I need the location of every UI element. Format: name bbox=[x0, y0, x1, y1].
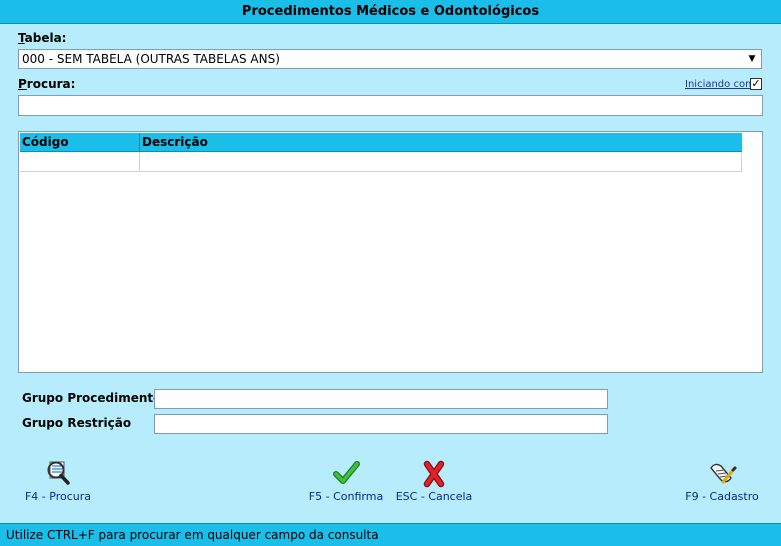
confirma-button-label: F5 - Confirma bbox=[308, 490, 384, 503]
grupo-restricao-field[interactable] bbox=[154, 414, 608, 434]
tabela-select[interactable]: 000 - SEM TABELA (OUTRAS TABELAS ANS) ▼ bbox=[18, 49, 762, 69]
procura-label: Procura: bbox=[18, 77, 75, 91]
magnifier-icon bbox=[47, 461, 70, 485]
tabela-select-value: 000 - SEM TABELA (OUTRAS TABELAS ANS) bbox=[22, 52, 280, 66]
grupo-procedimento-label: Grupo Procedimento bbox=[22, 391, 162, 405]
grupo-procedimento-field[interactable] bbox=[154, 389, 608, 409]
cell-codigo[interactable] bbox=[20, 152, 140, 171]
tabela-label: Tabela: bbox=[18, 31, 66, 45]
edit-document-icon bbox=[710, 463, 737, 484]
procura-button[interactable]: F4 - Procura bbox=[20, 458, 96, 503]
results-grid[interactable]: Código Descrição bbox=[18, 131, 763, 373]
tabela-label-accesskey: T bbox=[18, 31, 25, 45]
cell-descricao[interactable] bbox=[140, 152, 742, 171]
chevron-down-icon[interactable]: ▼ bbox=[743, 50, 761, 68]
procura-label-text: rocura: bbox=[26, 77, 76, 91]
cadastro-button-label: F9 - Cadastro bbox=[685, 490, 759, 503]
checkmark-icon bbox=[333, 461, 360, 484]
confirma-button[interactable]: F5 - Confirma bbox=[305, 458, 387, 503]
column-header-descricao[interactable]: Descrição bbox=[140, 133, 742, 152]
grupo-restricao-label: Grupo Restrição bbox=[22, 416, 132, 430]
procura-label-accesskey: P bbox=[18, 77, 27, 91]
close-icon bbox=[423, 460, 445, 488]
cancela-button-label: ESC - Cancela bbox=[395, 490, 473, 503]
grid-header: Código Descrição bbox=[20, 133, 742, 152]
status-bar: Utilize CTRL+F para procurar em qualquer… bbox=[0, 523, 781, 546]
iniciando-com-label[interactable]: Iniciando com bbox=[685, 79, 755, 90]
procura-button-label: F4 - Procura bbox=[24, 490, 92, 503]
window-title: Procedimentos Médicos e Odontológicos bbox=[0, 0, 781, 24]
cancela-button[interactable]: ESC - Cancela bbox=[394, 458, 474, 503]
column-header-codigo[interactable]: Código bbox=[20, 133, 140, 152]
procura-input[interactable] bbox=[18, 95, 763, 116]
table-row[interactable] bbox=[20, 152, 742, 172]
iniciando-com-checkbox[interactable]: ✓ bbox=[750, 78, 762, 90]
cadastro-button[interactable]: F9 - Cadastro bbox=[684, 458, 760, 503]
tabela-label-text: abela: bbox=[24, 31, 67, 45]
